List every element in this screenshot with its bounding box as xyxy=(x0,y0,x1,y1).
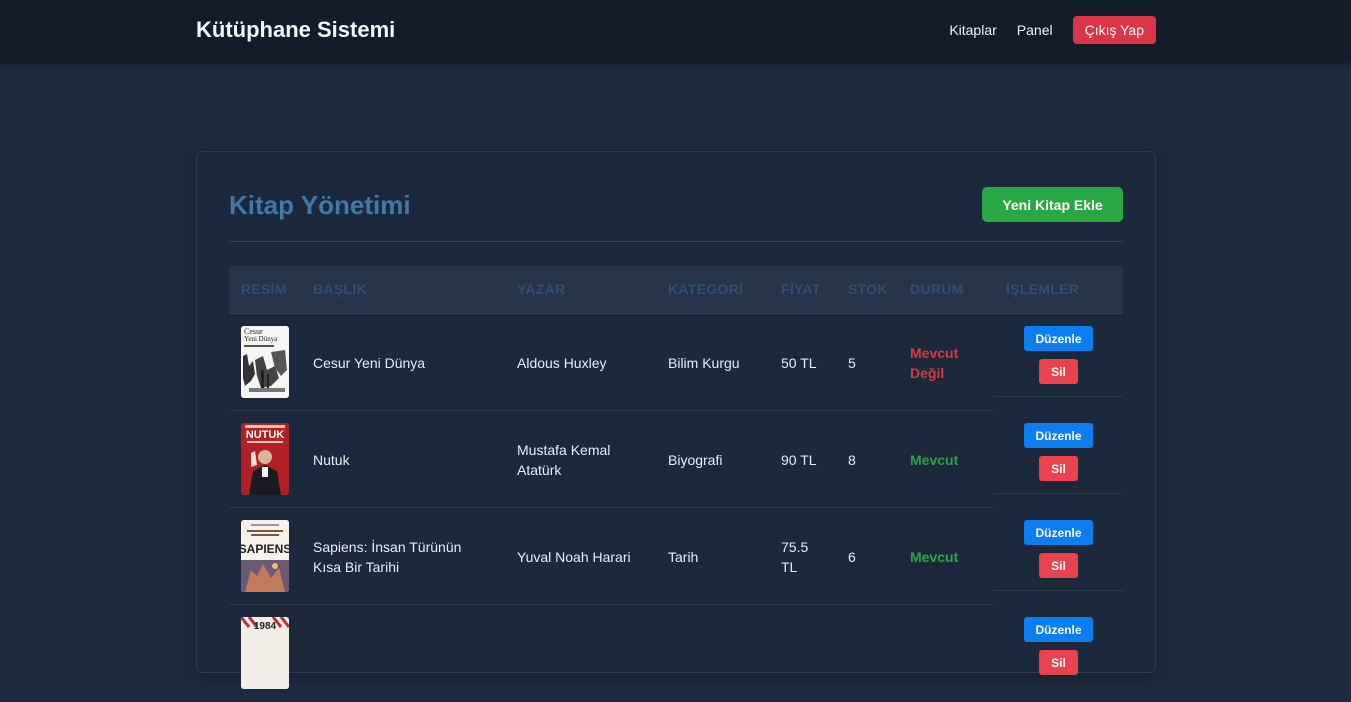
edit-button[interactable]: Düzenle xyxy=(1024,423,1093,448)
book-category: Biyografi xyxy=(668,451,723,468)
top-navbar: Kütüphane Sistemi Kitaplar Panel Çıkış Y… xyxy=(0,0,1351,63)
delete-button[interactable]: Sil xyxy=(1039,650,1078,675)
row-divider xyxy=(994,590,1123,591)
book-cover: Cesur Yeni Dünya xyxy=(241,326,289,398)
column-header-price: FİYAT xyxy=(781,281,821,297)
column-header-author: YAZAR xyxy=(517,281,566,297)
book-stock: 8 xyxy=(848,451,856,468)
book-title: Cesur Yeni Dünya xyxy=(313,354,426,371)
nav-links: Kitaplar Panel Çıkış Yap xyxy=(949,16,1156,44)
svg-text:NUTUK: NUTUK xyxy=(246,429,285,441)
edit-button[interactable]: Düzenle xyxy=(1024,326,1093,351)
delete-button[interactable]: Sil xyxy=(1039,456,1078,481)
logout-button[interactable]: Çıkış Yap xyxy=(1072,16,1156,44)
add-book-button[interactable]: Yeni Kitap Ekle xyxy=(982,187,1123,222)
row-actions: Düzenle Sil xyxy=(994,605,1123,702)
book-price: 90 TL xyxy=(781,451,817,468)
book-price: 50 TL xyxy=(781,354,817,371)
row-divider xyxy=(994,396,1123,397)
book-cover: 1984 xyxy=(241,617,289,689)
svg-text:1984: 1984 xyxy=(254,621,277,632)
divider xyxy=(229,241,1123,242)
table-header: RESİM BAŞLIK YAZAR KATEGORİ FİYAT STOK D… xyxy=(229,266,1123,314)
book-stock: 5 xyxy=(848,354,856,371)
book-category: Bilim Kurgu xyxy=(668,354,740,371)
book-author: Mustafa Kemal Atatürk xyxy=(517,441,611,478)
book-author: Aldous Huxley xyxy=(517,354,607,371)
column-header-title: BAŞLIK xyxy=(313,281,367,297)
book-author: Yuval Noah Harari xyxy=(517,548,631,565)
book-cover: SAPIENS xyxy=(241,520,289,592)
column-header-category: KATEGORİ xyxy=(668,281,744,297)
column-header-status: DURUM xyxy=(910,281,964,297)
column-header-image: RESİM xyxy=(241,281,287,297)
table-row: NUTUK Nutuk Mustafa Kemal Atatürk Biyogr… xyxy=(229,411,1123,508)
table-row: Cesur Yeni Dünya Cesur Yeni Dünya Aldous… xyxy=(229,314,1123,411)
book-title: Nutuk xyxy=(313,451,350,468)
svg-text:Yeni Dünya: Yeni Dünya xyxy=(244,335,278,343)
brand-title[interactable]: Kütüphane Sistemi xyxy=(196,17,395,43)
column-header-stock: STOK xyxy=(848,281,888,297)
status-badge: Mevcut xyxy=(910,451,959,468)
book-price: 75.5 TL xyxy=(781,538,809,575)
svg-text:SAPIENS: SAPIENS xyxy=(241,542,289,556)
table-row: 1984 Düzenle Sil xyxy=(229,605,1123,702)
edit-button[interactable]: Düzenle xyxy=(1024,520,1093,545)
book-management-card: Kitap Yönetimi Yeni Kitap Ekle RESİM BAŞ… xyxy=(196,151,1156,689)
status-badge: Mevcut xyxy=(910,548,959,565)
book-category: Tarih xyxy=(668,548,699,565)
page-title: Kitap Yönetimi xyxy=(229,190,411,220)
book-cover: NUTUK xyxy=(241,423,289,495)
nav-link-panel[interactable]: Panel xyxy=(1017,16,1053,44)
books-table: RESİM BAŞLIK YAZAR KATEGORİ FİYAT STOK D… xyxy=(229,266,1123,702)
book-stock: 6 xyxy=(848,548,856,565)
column-header-actions: İŞLEMLER xyxy=(1006,281,1080,297)
table-row: SAPIENS Sapiens: İnsan Türünün Kısa Bir … xyxy=(229,508,1123,605)
nav-link-books[interactable]: Kitaplar xyxy=(949,16,996,44)
row-divider xyxy=(994,493,1123,494)
delete-button[interactable]: Sil xyxy=(1039,553,1078,578)
status-badge: Mevcut Değil xyxy=(910,344,959,381)
book-title: Sapiens: İnsan Türünün Kısa Bir Tarihi xyxy=(313,538,462,575)
delete-button[interactable]: Sil xyxy=(1039,359,1078,384)
